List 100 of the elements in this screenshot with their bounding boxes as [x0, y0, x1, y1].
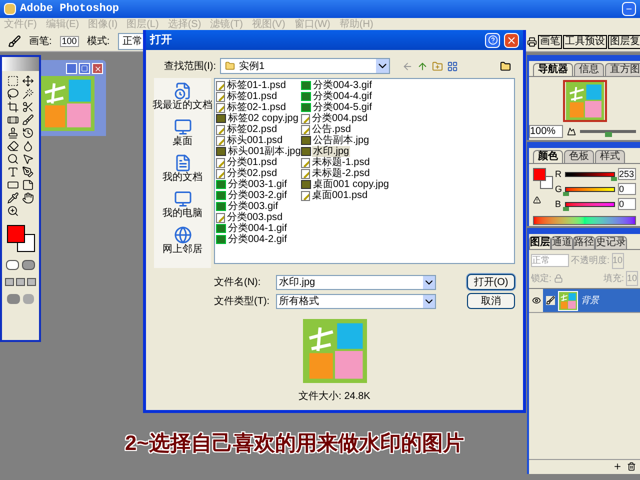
- view-menu-icon[interactable]: [447, 60, 458, 72]
- globe-icon[interactable]: [174, 226, 192, 244]
- panel-tab[interactable]: 信息: [574, 63, 604, 76]
- brush-icon[interactable]: [22, 114, 34, 126]
- hand-icon[interactable]: [22, 192, 34, 204]
- file-item[interactable]: 公告副本.jpg: [312, 135, 370, 146]
- new-folder-icon[interactable]: [432, 60, 443, 72]
- file-item[interactable]: 标签02.psd: [226, 124, 278, 135]
- file-item[interactable]: 分类003.gif: [227, 201, 280, 212]
- printer-icon[interactable]: [527, 36, 537, 46]
- folder-icon[interactable]: [500, 60, 511, 72]
- file-item[interactable]: 分类004-5.gif: [312, 102, 373, 113]
- file-item[interactable]: 分类02.psd: [226, 168, 278, 179]
- brush-size[interactable]: 100: [60, 36, 79, 47]
- file-item[interactable]: 分类003-2.gif: [227, 190, 288, 201]
- note-icon[interactable]: [22, 179, 34, 191]
- layer-row[interactable]: 背景: [529, 289, 640, 313]
- minimize-button[interactable]: [622, 2, 636, 16]
- file-item[interactable]: 分类01.psd: [226, 157, 278, 168]
- file-item[interactable]: 标头001.psd: [226, 135, 284, 146]
- color-spectrum[interactable]: [533, 216, 636, 225]
- slider-thumb[interactable]: [610, 176, 617, 180]
- file-item[interactable]: 标签01.psd: [226, 91, 278, 102]
- zoom-field[interactable]: 100%: [529, 125, 563, 138]
- file-item[interactable]: 分类004-3.gif: [312, 80, 373, 91]
- folder-document-icon[interactable]: [174, 154, 192, 172]
- file-type-select[interactable]: 所有格式: [276, 294, 436, 308]
- file-item[interactable]: 标签02 copy.jpg: [227, 113, 300, 124]
- pointer-icon[interactable]: [22, 153, 34, 165]
- up-folder-icon[interactable]: [417, 60, 428, 72]
- close-button[interactable]: [504, 32, 519, 48]
- panel-tab[interactable]: 样式: [595, 150, 625, 163]
- file-item[interactable]: 标签01-1.psd: [226, 80, 287, 91]
- panel-tab[interactable]: 图层: [529, 236, 551, 249]
- panel-tab[interactable]: 色板: [564, 150, 594, 163]
- file-item[interactable]: 未标题-2.psd: [311, 168, 371, 179]
- channel-value[interactable]: 0: [618, 183, 636, 195]
- slider-thumb[interactable]: [563, 206, 569, 210]
- rectangle-icon[interactable]: [7, 179, 19, 191]
- file-item[interactable]: 公告.psd: [311, 124, 352, 135]
- channel-value[interactable]: 0: [618, 198, 636, 210]
- palette-tab[interactable]: 图层复: [608, 34, 640, 48]
- place-link[interactable]: 我的文档: [162, 172, 202, 183]
- color-swatches-drawing[interactable]: [6, 225, 34, 252]
- file-item[interactable]: 分类004-1.gif: [227, 223, 288, 234]
- place-link[interactable]: 我最近的文档: [152, 100, 212, 111]
- panel-tab[interactable]: 直方图: [605, 63, 640, 76]
- palette-tab[interactable]: 画笔: [538, 34, 562, 48]
- brush-icon[interactable]: [8, 35, 21, 48]
- file-item[interactable]: 标签02-1.psd: [226, 102, 287, 113]
- marquee-icon[interactable]: [7, 75, 19, 87]
- file-item[interactable]: 分类004-2.gif: [227, 234, 288, 245]
- place-link[interactable]: 网上邻居: [162, 244, 202, 255]
- warning-icon[interactable]: [533, 196, 541, 204]
- desktop-icon[interactable]: [174, 118, 192, 136]
- file-name-field[interactable]: 水印.jpg: [276, 274, 436, 290]
- zoom-out-icon[interactable]: [567, 127, 576, 136]
- text-tool-icon[interactable]: [7, 166, 19, 178]
- file-item[interactable]: 分类003-1.gif: [227, 179, 288, 190]
- help-button[interactable]: [485, 32, 500, 48]
- zoom-icon[interactable]: [7, 205, 19, 217]
- crop-icon[interactable]: [7, 101, 19, 113]
- panel-tab[interactable]: 颜色: [533, 150, 563, 163]
- pen-icon[interactable]: [22, 166, 34, 178]
- panel-tab[interactable]: 通道: [551, 236, 573, 249]
- new-layer-icon[interactable]: [613, 462, 622, 471]
- file-item[interactable]: 未标题-1.psd: [311, 157, 371, 168]
- magic-wand-icon[interactable]: [22, 88, 34, 100]
- panel-tab[interactable]: 路径: [573, 236, 595, 249]
- slider-thumb[interactable]: [563, 192, 569, 196]
- color-swatches-drawing[interactable]: [533, 168, 553, 189]
- scissors-icon[interactable]: [22, 101, 34, 113]
- computer-icon[interactable]: [174, 190, 192, 208]
- eye-icon[interactable]: [532, 296, 540, 305]
- eraser-icon[interactable]: [7, 140, 19, 152]
- file-item[interactable]: 桌面001.psd: [311, 190, 369, 201]
- cancel-button[interactable]: 取消: [467, 293, 515, 309]
- panel-tab[interactable]: 史记录: [595, 236, 627, 249]
- trash-icon[interactable]: [627, 462, 636, 471]
- file-item[interactable]: 分类004.psd: [311, 113, 369, 124]
- place-link[interactable]: 我的电脑: [162, 208, 202, 219]
- close-button[interactable]: [92, 63, 103, 74]
- panel-tab[interactable]: 导航器: [533, 63, 573, 76]
- file-item[interactable]: 标头001副本.jpg: [227, 146, 302, 157]
- palette-tab[interactable]: 工具预设: [563, 34, 607, 48]
- file-item[interactable]: 桌面001 copy.jpg: [312, 179, 390, 190]
- bandage-icon[interactable]: [7, 114, 19, 126]
- lasso-icon[interactable]: [7, 88, 19, 100]
- document-clock-icon[interactable]: [174, 82, 192, 100]
- file-item[interactable]: 分类003.psd: [226, 212, 284, 223]
- maximize-button[interactable]: [79, 63, 90, 74]
- move-icon[interactable]: [22, 75, 34, 87]
- file-item[interactable]: 分类004-4.gif: [312, 91, 373, 102]
- history-icon[interactable]: [22, 127, 34, 139]
- magnifier-icon[interactable]: [7, 153, 19, 165]
- place-link[interactable]: 桌面: [172, 136, 192, 147]
- file-item[interactable]: 水印.jpg: [312, 146, 350, 157]
- channel-value[interactable]: 253: [618, 168, 636, 180]
- minimize-button[interactable]: [66, 63, 77, 74]
- droplet-icon[interactable]: [22, 140, 34, 152]
